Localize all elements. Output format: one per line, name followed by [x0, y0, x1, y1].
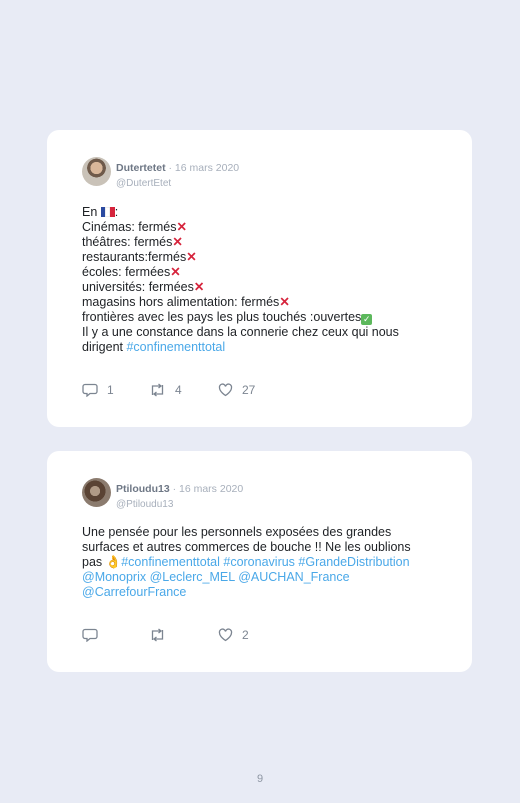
text: pas: [82, 555, 106, 569]
tweet-line: surfaces et autres commerces de bouche !…: [82, 540, 411, 554]
tweet-line: universités: fermées✕: [82, 280, 442, 295]
tweet-line: Une pensée pour les personnels exposées …: [82, 525, 392, 539]
cross-mark-icon: ✕: [172, 235, 183, 249]
user-handle[interactable]: @Ptiloudu13: [116, 499, 243, 510]
tweet-date: · 16 mars 2020: [169, 483, 244, 495]
user-handle[interactable]: @DutertEtet: [116, 178, 239, 189]
retweet-count: 4: [175, 383, 182, 397]
author-block: Ptiloudu13 · 16 mars 2020 @Ptiloudu13: [116, 479, 243, 510]
text: :: [114, 205, 119, 219]
reply-count: 1: [107, 383, 114, 397]
reply-button[interactable]: 1: [82, 383, 114, 397]
tweet-text: Une pensée pour les personnels exposées …: [82, 525, 442, 600]
author-block: Dutertetet · 16 mars 2020 @DutertEtet: [116, 158, 239, 189]
cross-mark-icon: ✕: [193, 280, 205, 294]
reply-icon: [82, 628, 98, 642]
tweet-card: Dutertetet · 16 mars 2020 @DutertEtet En…: [47, 130, 472, 427]
reply-button[interactable]: [82, 628, 107, 642]
retweet-icon: [151, 628, 164, 642]
text: théâtres: fermés: [82, 235, 173, 249]
cross-mark-icon: ✕: [170, 265, 181, 279]
tweet-line: dirigent #confinementtotal: [82, 340, 442, 355]
tweet-line: écoles: fermées✕: [82, 265, 442, 280]
text: frontières avec les pays les plus touché…: [82, 310, 362, 324]
ok-hand-icon: 👌: [105, 555, 122, 569]
tweet-line: En :: [82, 205, 442, 220]
page-number: 9: [256, 773, 264, 785]
display-name[interactable]: Dutertetet: [116, 162, 166, 174]
like-count: 27: [242, 383, 256, 397]
tweet-date: · 16 mars 2020: [165, 162, 240, 174]
check-mark-icon: ✓: [361, 314, 373, 325]
text: En: [82, 205, 101, 219]
like-button[interactable]: 27: [218, 383, 255, 397]
avatar[interactable]: [82, 157, 111, 186]
tweet-line: magasins hors alimentation: fermés✕: [82, 295, 442, 310]
heart-icon: [218, 383, 233, 397]
tweet-card: Ptiloudu13 · 16 mars 2020 @Ptiloudu13 Un…: [47, 451, 472, 672]
reply-icon: [82, 383, 98, 397]
hashtag-link[interactable]: #confinementtotal: [126, 340, 225, 354]
heart-icon: [218, 628, 233, 642]
hashtag-links[interactable]: #confinementtotal #coronavirus #GrandeDi…: [121, 555, 409, 569]
text: écoles: fermées: [82, 265, 171, 279]
like-button[interactable]: 2: [218, 628, 249, 642]
tweet-line: restaurants:fermés✕: [82, 250, 442, 265]
like-count: 2: [242, 628, 249, 642]
mention-link[interactable]: @CarrefourFrance: [82, 585, 442, 600]
cross-mark-icon: ✕: [279, 295, 290, 309]
text: Cinémas: fermés: [82, 220, 177, 234]
text: universités: fermées: [82, 280, 194, 294]
france-flag-icon: [100, 206, 115, 217]
mention-links[interactable]: @Monoprix @Leclerc_MEL @AUCHAN_France: [82, 570, 442, 585]
avatar[interactable]: [82, 478, 111, 507]
cross-mark-icon: ✕: [186, 250, 197, 264]
text: magasins hors alimentation: fermés: [82, 295, 280, 309]
retweet-icon: [151, 383, 164, 397]
tweet-line: Cinémas: fermés✕: [82, 220, 442, 235]
cross-mark-icon: ✕: [176, 220, 187, 234]
display-name[interactable]: Ptiloudu13: [116, 483, 170, 495]
tweet-text: En : Cinémas: fermés✕ théâtres: fermés✕ …: [82, 205, 442, 355]
retweet-button[interactable]: 4: [149, 383, 182, 397]
tweet-line: pas 👌#confinementtotal #coronavirus #Gra…: [82, 555, 442, 570]
tweet-line: Il y a une constance dans la connerie ch…: [82, 325, 399, 339]
text: restaurants:fermés: [82, 250, 187, 264]
tweet-line: théâtres: fermés✕: [82, 235, 442, 250]
retweet-button[interactable]: [149, 628, 175, 642]
tweet-line: frontières avec les pays les plus touché…: [82, 310, 442, 325]
text: dirigent: [82, 340, 127, 354]
